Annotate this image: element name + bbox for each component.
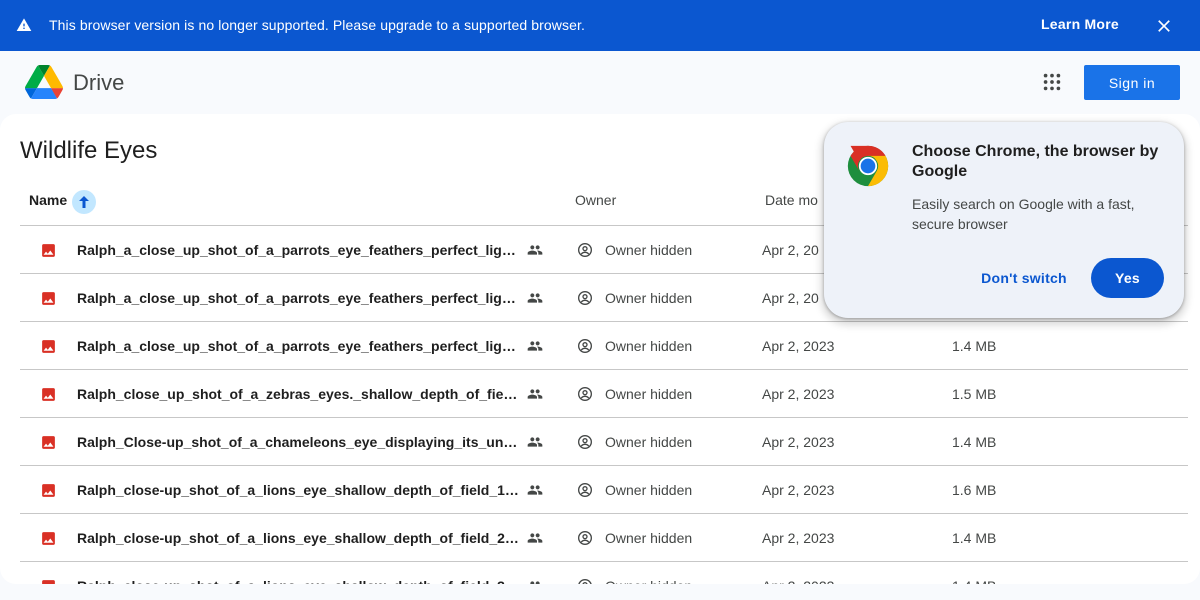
file-name[interactable]: Ralph_close-up_shot_of_a_lions_eye_shall… [77, 482, 519, 498]
warning-icon [16, 18, 32, 31]
account-circle-icon [578, 243, 592, 257]
sign-in-button[interactable]: Sign in [1084, 65, 1180, 100]
file-date-modified: Apr 2, 20 [762, 290, 819, 306]
file-name[interactable]: Ralph_a_close_up_shot_of_a_parrots_eye_f… [77, 290, 519, 306]
file-size: 1.4 MB [952, 338, 997, 354]
file-date-modified: Apr 2, 2023 [762, 578, 834, 584]
file-size: 1.4 MB [952, 530, 997, 546]
banner-message: This browser version is no longer suppor… [49, 17, 585, 33]
image-file-icon [42, 340, 55, 353]
learn-more-link[interactable]: Learn More [1041, 16, 1119, 32]
image-file-icon [42, 292, 55, 305]
promo-title: Choose Chrome, the browser by Google [912, 143, 1159, 180]
people-icon [527, 485, 543, 495]
file-owner: Owner hidden [605, 530, 693, 546]
file-date-modified: Apr 2, 2023 [762, 386, 835, 402]
app-name[interactable]: Drive [73, 70, 124, 96]
file-owner: Owner hidden [605, 386, 693, 402]
column-header-owner[interactable]: Owner [575, 192, 616, 208]
chrome-logo-icon [847, 145, 889, 187]
image-file-icon [42, 436, 55, 449]
file-owner: Owner hidden [605, 482, 693, 498]
account-circle-icon [578, 387, 592, 401]
file-date-modified: Apr 2, 2023 [762, 434, 835, 450]
table-row[interactable]: Ralph_close-up_shot_of_a_lions_eye_shall… [20, 466, 1188, 514]
people-icon [530, 581, 540, 584]
file-name[interactable]: Ralph_Close-up_shot_of_a_chameleons_eye_… [77, 434, 519, 450]
file-name[interactable]: Ralph_close-up_shot_of_a_lions_eye_shall… [77, 578, 519, 584]
file-date-modified: Apr 2, 20 [762, 242, 819, 258]
drive-logo-icon[interactable] [25, 65, 63, 99]
file-owner: Owner hidden [605, 434, 693, 450]
image-file-icon [42, 484, 55, 497]
people-icon [527, 293, 543, 303]
account-circle-icon [578, 579, 592, 584]
table-row[interactable]: Ralph_close_up_shot_of_a_zebras_eyes._sh… [20, 370, 1188, 418]
column-header-name[interactable]: Name [29, 192, 67, 208]
people-icon [527, 533, 543, 543]
chrome-promo-dialog: Choose Chrome, the browser by Google Eas… [824, 122, 1184, 318]
dont-switch-button[interactable]: Don't switch [974, 258, 1074, 298]
table-row[interactable]: Ralph_close-up_shot_of_a_lions_eye_shall… [20, 514, 1188, 562]
folder-title: Wildlife Eyes [20, 137, 158, 164]
app-header: Drive Sign in [0, 51, 1200, 113]
image-file-icon [42, 244, 55, 257]
people-icon [527, 437, 543, 447]
image-file-icon [42, 580, 55, 584]
file-owner: Owner hidden [605, 242, 693, 258]
unsupported-browser-banner: This browser version is no longer suppor… [0, 0, 1200, 51]
file-name[interactable]: Ralph_a_close_up_shot_of_a_parrots_eye_f… [77, 242, 519, 258]
file-size: 1.6 MB [952, 482, 997, 498]
table-row[interactable]: Ralph_close-up_shot_of_a_lions_eye_shall… [20, 562, 1188, 584]
account-circle-icon [578, 483, 592, 497]
table-row[interactable]: Ralph_Close-up_shot_of_a_chameleons_eye_… [20, 418, 1188, 466]
column-header-date-modified[interactable]: Date mo [765, 192, 818, 208]
file-size: 1.4 MB [952, 434, 997, 450]
file-owner: Owner hidden [605, 578, 692, 584]
sort-direction-button[interactable] [72, 190, 96, 214]
file-size: 1.5 MB [952, 386, 997, 402]
file-date-modified: Apr 2, 2023 [762, 338, 835, 354]
apps-grid-icon[interactable] [1041, 71, 1063, 93]
file-owner: Owner hidden [605, 290, 693, 306]
file-size: 1.4 MB [952, 578, 996, 584]
file-name[interactable]: Ralph_close-up_shot_of_a_lions_eye_shall… [77, 530, 519, 546]
close-icon[interactable] [1154, 16, 1174, 36]
file-name[interactable]: Ralph_close_up_shot_of_a_zebras_eyes._sh… [77, 386, 519, 402]
file-name[interactable]: Ralph_a_close_up_shot_of_a_parrots_eye_f… [77, 338, 519, 354]
people-icon [527, 245, 543, 255]
image-file-icon [42, 532, 55, 545]
promo-description: Easily search on Google with a fast, sec… [912, 196, 1135, 232]
file-date-modified: Apr 2, 2023 [762, 530, 835, 546]
file-date-modified: Apr 2, 2023 [762, 482, 835, 498]
image-file-icon [42, 388, 55, 401]
file-owner: Owner hidden [605, 338, 693, 354]
account-circle-icon [578, 435, 592, 449]
account-circle-icon [578, 339, 592, 353]
account-circle-icon [578, 531, 592, 545]
people-icon [527, 341, 543, 351]
table-row[interactable]: Ralph_a_close_up_shot_of_a_parrots_eye_f… [20, 322, 1188, 370]
arrow-up-icon [79, 196, 89, 208]
people-icon [527, 389, 543, 399]
yes-button[interactable]: Yes [1091, 258, 1164, 298]
account-circle-icon [578, 291, 592, 305]
